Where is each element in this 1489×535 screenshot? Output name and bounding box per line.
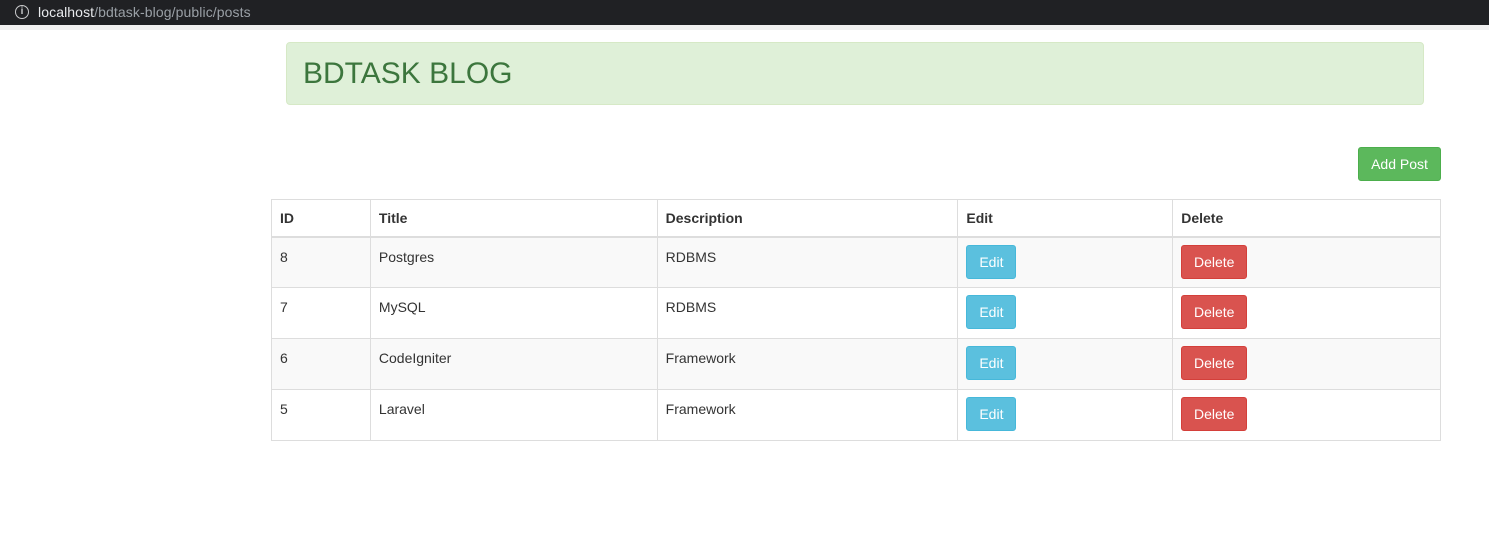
table-row: 6 CodeIgniter Framework Edit Delete [271, 338, 1441, 390]
delete-button[interactable]: Delete [1181, 346, 1248, 380]
page-title: BDTASK BLOG [303, 57, 513, 90]
delete-button[interactable]: Delete [1181, 244, 1248, 279]
posts-table: ID Title Description Edit Delete 8 Postg… [271, 199, 1441, 441]
cell-edit: Edit [957, 389, 1174, 441]
browser-address-bar[interactable]: i localhost/bdtask-blog/public/posts [0, 0, 1489, 25]
cell-delete: Delete [1172, 338, 1441, 390]
cell-title: Postgres [369, 236, 658, 288]
delete-button[interactable]: Delete [1181, 397, 1248, 431]
url-host: localhost [38, 4, 95, 20]
cell-title: MySQL [369, 287, 658, 339]
header-banner: BDTASK BLOG [286, 42, 1424, 105]
table-row: 7 MySQL RDBMS Edit Delete [271, 287, 1441, 339]
column-header-title: Title [369, 199, 658, 238]
column-header-edit: Edit [957, 199, 1174, 238]
cell-description: RDBMS [656, 287, 959, 339]
cell-description: RDBMS [656, 236, 959, 288]
edit-button[interactable]: Edit [966, 295, 1017, 329]
edit-button[interactable]: Edit [966, 397, 1017, 431]
cell-description: Framework [656, 389, 959, 441]
url-path: /bdtask-blog/public/posts [94, 4, 251, 20]
edit-button[interactable]: Edit [966, 244, 1017, 279]
column-header-id: ID [271, 199, 371, 238]
column-header-delete: Delete [1172, 199, 1441, 238]
cell-delete: Delete [1172, 287, 1441, 339]
cell-title: Laravel [369, 389, 658, 441]
cell-id: 8 [271, 236, 371, 288]
cell-id: 6 [271, 338, 371, 390]
page-top-divider [0, 25, 1489, 30]
cell-title: CodeIgniter [369, 338, 658, 390]
cell-description: Framework [656, 338, 959, 390]
table-row: 5 Laravel Framework Edit Delete [271, 389, 1441, 441]
cell-id: 5 [271, 389, 371, 441]
table-header-row: ID Title Description Edit Delete [271, 199, 1441, 238]
cell-edit: Edit [957, 338, 1174, 390]
cell-edit: Edit [957, 287, 1174, 339]
delete-button[interactable]: Delete [1181, 295, 1248, 329]
site-info-icon[interactable]: i [15, 5, 29, 19]
cell-id: 7 [271, 287, 371, 339]
cell-delete: Delete [1172, 236, 1441, 288]
edit-button[interactable]: Edit [966, 346, 1017, 380]
table-row: 8 Postgres RDBMS Edit Delete [271, 236, 1441, 288]
url-text[interactable]: localhost/bdtask-blog/public/posts [38, 4, 251, 20]
add-post-button[interactable]: Add Post [1358, 147, 1441, 181]
cell-edit: Edit [957, 236, 1174, 288]
column-header-description: Description [656, 199, 959, 238]
cell-delete: Delete [1172, 389, 1441, 441]
